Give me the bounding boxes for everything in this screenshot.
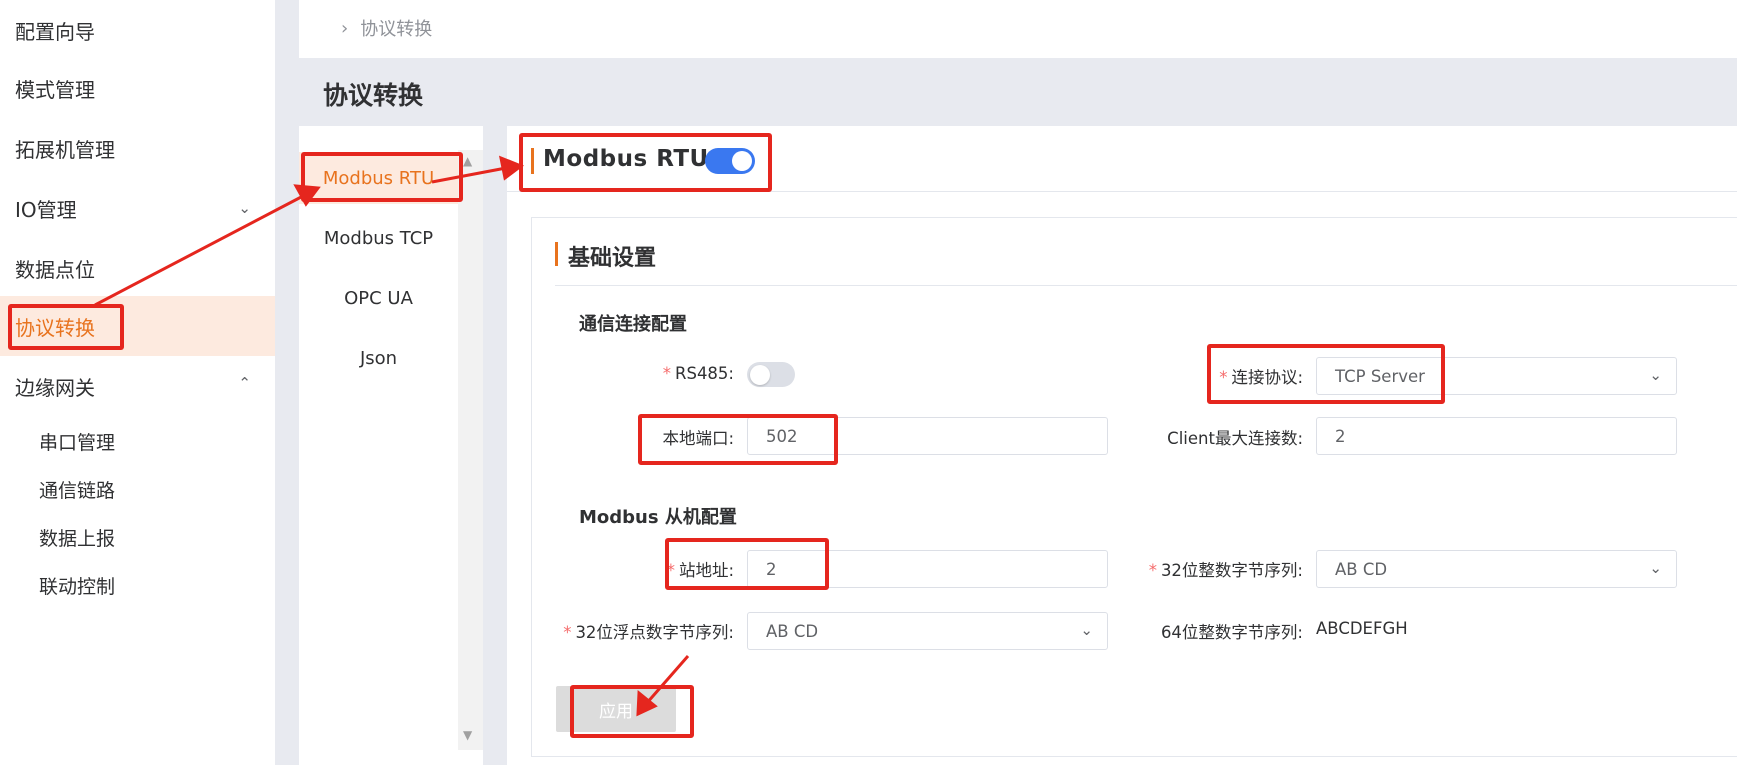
sidebar-item-expansion-management[interactable]: 拓展机管理 <box>0 118 275 178</box>
protocol-item-label: Modbus TCP <box>323 227 434 249</box>
int32-order-value: AB CD <box>1335 559 1388 579</box>
comm-section-title: 通信连接配置 <box>579 314 687 335</box>
title-accent-bar <box>531 148 534 174</box>
breadcrumb-current[interactable]: 协议转换 <box>360 15 432 41</box>
local-port-input[interactable]: 502 <box>747 417 1108 455</box>
protocol-title: Modbus RTU <box>543 146 709 172</box>
station-address-label: * 站地址: <box>666 561 734 580</box>
float32-order-label: * 32位浮点数字节序列: <box>563 623 734 642</box>
max-clients-input[interactable]: 2 <box>1316 417 1677 455</box>
page-title: 协议转换 <box>323 81 424 110</box>
int64-order-value: ABCDEFGH <box>1316 619 1408 638</box>
sidebar-item-label: 拓展机管理 <box>15 137 115 162</box>
sidebar-subitem-comm-link[interactable]: 通信链路 <box>0 465 275 513</box>
int32-order-select[interactable]: AB CD ⌄ <box>1316 550 1677 588</box>
sidebar-item-mode-management[interactable]: 模式管理 <box>0 58 275 118</box>
sidebar-item-protocol-conversion[interactable]: 协议转换 <box>0 296 275 356</box>
sidebar-item-label: 配置向导 <box>15 19 95 44</box>
sidebar-item-io-management[interactable]: IO管理 ⌄ <box>0 178 275 238</box>
protocol-item-modbus-tcp[interactable]: Modbus TCP <box>299 212 458 264</box>
chevron-down-icon: ⌄ <box>1649 559 1662 577</box>
station-address-value: 2 <box>766 559 777 579</box>
sidebar-item-label: IO管理 <box>15 197 77 222</box>
chevron-right-icon: › <box>341 17 349 39</box>
protocol-item-opc-ua[interactable]: OPC UA <box>299 272 458 324</box>
sidebar-subitem-data-report[interactable]: 数据上报 <box>0 513 275 561</box>
toggle-knob <box>750 364 770 385</box>
protocol-item-label: Modbus RTU <box>322 167 435 189</box>
rs485-toggle[interactable] <box>747 362 795 387</box>
float32-order-value: AB CD <box>766 621 819 641</box>
int32-order-label: * 32位整数字节序列: <box>1148 561 1303 580</box>
protocol-item-modbus-rtu[interactable]: Modbus RTU <box>299 152 458 204</box>
int64-order-label: 64位整数字节序列: <box>1160 623 1303 642</box>
connection-protocol-select[interactable]: TCP Server ⌄ <box>1316 357 1677 395</box>
sidebar-subitem-serial-management[interactable]: 串口管理 <box>0 417 275 465</box>
max-clients-value: 2 <box>1335 426 1346 446</box>
breadcrumb: › 协议转换 <box>341 15 432 41</box>
protocol-item-label: OPC UA <box>344 287 413 309</box>
header-divider <box>507 191 1737 192</box>
chevron-down-icon: ⌄ <box>1080 621 1093 639</box>
protocol-item-json[interactable]: Json <box>299 332 458 384</box>
max-clients-label: Client最大连接数: <box>1167 429 1303 448</box>
chevron-down-icon: ⌄ <box>238 199 251 217</box>
sidebar-subitem-label: 串口管理 <box>39 431 116 454</box>
basic-settings-card <box>531 217 1737 757</box>
sidebar-subitem-label: 数据上报 <box>39 527 116 550</box>
sidebar-item-edge-gateway[interactable]: 边缘网关 ⌃ <box>0 356 275 416</box>
connection-protocol-value: TCP Server <box>1335 366 1425 386</box>
breadcrumb-bar <box>299 0 1737 58</box>
sidebar-item-data-points[interactable]: 数据点位 <box>0 238 275 298</box>
sidebar-subitem-label: 通信链路 <box>39 479 116 502</box>
local-port-label: 本地端口: <box>662 429 734 448</box>
sidebar-item-label: 边缘网关 <box>15 375 95 400</box>
sidebar-item-label: 数据点位 <box>15 257 95 282</box>
protocol-enable-toggle[interactable] <box>705 148 755 174</box>
sidebar-item-config-wizard[interactable]: 配置向导 <box>0 0 275 60</box>
chevron-up-icon: ⌃ <box>238 374 251 392</box>
scroll-down-icon[interactable]: ▼ <box>463 728 472 742</box>
card-divider <box>555 285 1737 286</box>
connection-protocol-label: * 连接协议: <box>1219 368 1303 387</box>
sidebar-item-label: 模式管理 <box>15 77 95 102</box>
apply-button[interactable]: 应用 <box>556 686 676 732</box>
scroll-up-icon[interactable]: ▲ <box>463 154 472 168</box>
sidebar: 配置向导 模式管理 拓展机管理 IO管理 ⌄ 数据点位 协议转换 边缘网关 ⌃ … <box>0 0 275 765</box>
station-address-input[interactable]: 2 <box>747 550 1108 588</box>
protocol-item-label: Json <box>359 347 398 369</box>
slave-section-title: Modbus 从机配置 <box>579 507 737 528</box>
float32-order-select[interactable]: AB CD ⌄ <box>747 612 1108 650</box>
rs485-label: * RS485: <box>662 364 734 383</box>
sidebar-subitem-linkage-control[interactable]: 联动控制 <box>0 561 275 609</box>
chevron-down-icon: ⌄ <box>1649 366 1662 384</box>
toggle-knob <box>732 151 752 171</box>
local-port-value: 502 <box>766 426 798 446</box>
card-title: 基础设置 <box>568 246 657 271</box>
sidebar-subitem-label: 联动控制 <box>39 575 116 598</box>
sidebar-item-label: 协议转换 <box>15 315 95 340</box>
card-title-accent-bar <box>555 242 558 266</box>
protocol-list-scrollbar[interactable] <box>458 150 483 750</box>
